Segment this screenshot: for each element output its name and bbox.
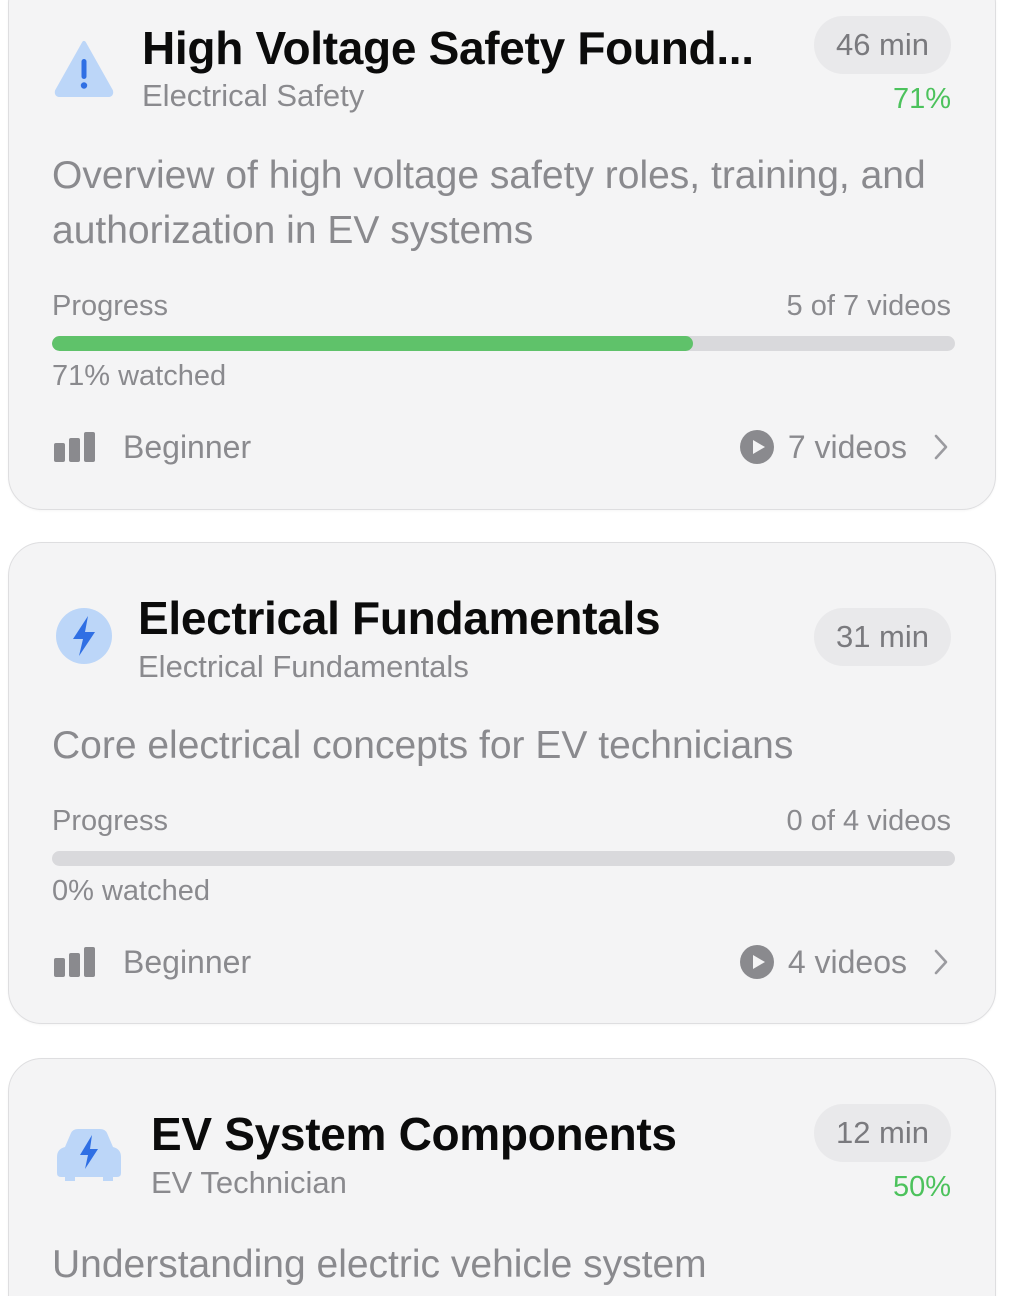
duration-badge: 46 min <box>813 16 951 74</box>
duration-badge: 12 min <box>813 1104 951 1162</box>
course-category: Electrical Safety <box>142 78 365 113</box>
videos-link[interactable]: 7 videos <box>739 427 951 467</box>
warning-triangle-icon <box>54 41 114 97</box>
progress-label: Progress <box>52 805 169 837</box>
course-card-electrical-fundamentals[interactable]: Electrical Fundamentals Electrical Funda… <box>8 542 996 1024</box>
watched-label: 71% watched <box>52 360 227 392</box>
course-category: Electrical Fundamentals <box>138 649 469 684</box>
chevron-right-icon <box>934 949 948 975</box>
course-title: High Voltage Safety Found... <box>142 22 754 74</box>
progress-bar <box>52 336 955 351</box>
lightning-bolt-icon <box>56 608 112 664</box>
signal-bars-icon <box>54 432 95 462</box>
course-description: Overview of high voltage safety roles, t… <box>52 154 926 252</box>
watched-label: 0% watched <box>52 875 210 907</box>
play-circle-icon <box>739 430 774 464</box>
difficulty-level: Beginner <box>123 944 252 980</box>
course-category: EV Technician <box>151 1165 347 1200</box>
progress-count: 0 of 4 videos <box>786 805 951 837</box>
progress-label: Progress <box>52 290 169 322</box>
course-title: Electrical Fundamentals <box>138 592 661 644</box>
progress-bar-fill <box>52 336 694 351</box>
course-card-high-voltage-safety[interactable]: High Voltage Safety Found... Electrical … <box>8 0 996 510</box>
signal-bars-icon <box>54 947 95 977</box>
course-description: Understanding electric vehicle system <box>52 1243 707 1286</box>
electric-car-icon <box>57 1129 121 1181</box>
videos-link[interactable]: 4 videos <box>739 942 951 982</box>
course-title: EV System Components <box>151 1108 677 1160</box>
progress-bar <box>52 851 955 866</box>
play-circle-icon <box>739 945 774 979</box>
course-description: Core electrical concepts for EV technici… <box>52 724 794 767</box>
course-card-ev-system-components[interactable]: EV System Components EV Technician 12 mi… <box>8 1058 996 1296</box>
completion-percent: 50% <box>892 1171 951 1203</box>
difficulty-level: Beginner <box>123 429 252 465</box>
progress-count: 5 of 7 videos <box>786 290 951 322</box>
course-list: High Voltage Safety Found... Electrical … <box>0 0 1018 1296</box>
videos-count: 4 videos <box>787 943 907 980</box>
completion-percent: 71% <box>892 83 951 115</box>
videos-count: 7 videos <box>787 428 907 465</box>
duration-badge: 31 min <box>813 608 951 666</box>
chevron-right-icon <box>934 434 948 460</box>
